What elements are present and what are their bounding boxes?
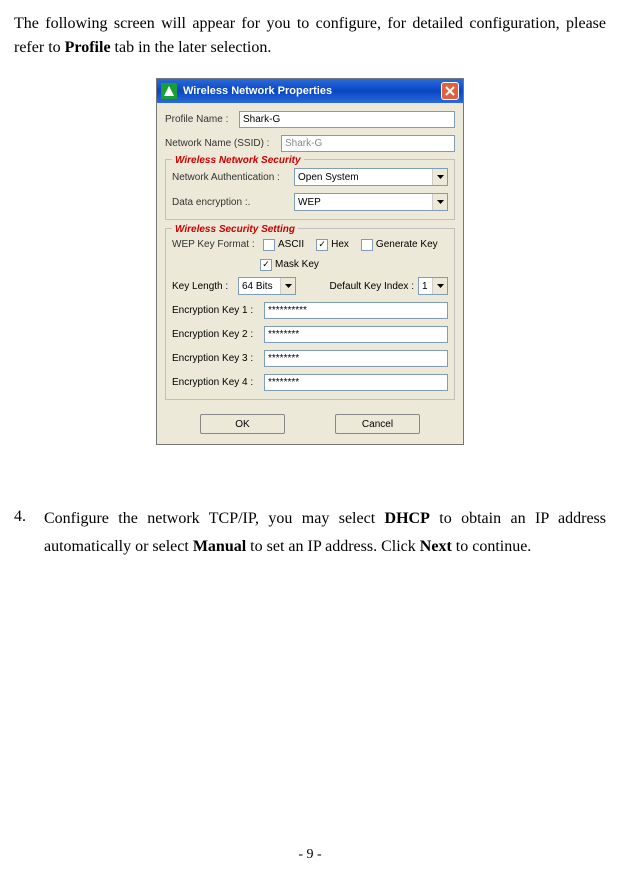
key-length-select[interactable]: 64 Bits: [238, 277, 296, 295]
enc-key-2-input[interactable]: [264, 326, 448, 343]
profile-name-input[interactable]: [239, 111, 455, 128]
generate-key-label: Generate Key: [376, 237, 438, 252]
ascii-checkbox[interactable]: [263, 239, 275, 251]
security-setting-legend: Wireless Security Setting: [172, 222, 298, 237]
ssid-label: Network Name (SSID) :: [165, 136, 281, 151]
default-key-index-label: Default Key Index :: [330, 279, 415, 294]
network-security-group: Wireless Network Security Network Authen…: [165, 159, 455, 220]
step-text: Configure the network TCP/IP, you may se…: [44, 505, 606, 561]
ascii-label: ASCII: [278, 237, 304, 252]
enc-key-4-label: Encryption Key 4 :: [172, 375, 264, 390]
hex-checkbox[interactable]: [316, 239, 328, 251]
auth-select[interactable]: Open System: [294, 168, 448, 186]
key-length-label: Key Length :: [172, 279, 234, 294]
enc-key-3-label: Encryption Key 3 :: [172, 351, 264, 366]
titlebar: Wireless Network Properties: [157, 79, 463, 103]
default-key-index-select[interactable]: 1: [418, 277, 448, 295]
page-number: - 9 -: [0, 844, 620, 865]
cancel-button[interactable]: Cancel: [335, 414, 420, 434]
network-security-legend: Wireless Network Security: [172, 153, 304, 168]
generate-key-checkbox[interactable]: [361, 239, 373, 251]
close-icon: [445, 86, 455, 96]
mask-key-label: Mask Key: [275, 257, 319, 272]
close-button[interactable]: [441, 82, 459, 100]
chevron-down-icon: [432, 169, 447, 185]
app-icon: [161, 83, 177, 99]
security-setting-group: Wireless Security Setting WEP Key Format…: [165, 228, 455, 400]
ok-button[interactable]: OK: [200, 414, 285, 434]
wireless-properties-dialog: Wireless Network Properties Profile Name…: [156, 78, 464, 445]
auth-label: Network Authentication :: [172, 170, 294, 185]
dialog-figure: Wireless Network Properties Profile Name…: [14, 78, 606, 445]
chevron-down-icon: [280, 278, 295, 294]
enc-key-1-input[interactable]: [264, 302, 448, 319]
chevron-down-icon: [432, 278, 447, 294]
intro-paragraph: The following screen will appear for you…: [14, 12, 606, 60]
step-4: 4. Configure the network TCP/IP, you may…: [14, 505, 606, 561]
wep-format-label: WEP Key Format :: [172, 237, 260, 252]
hex-label: Hex: [331, 237, 349, 252]
enc-key-3-input[interactable]: [264, 350, 448, 367]
window-title: Wireless Network Properties: [183, 83, 332, 100]
enc-key-2-label: Encryption Key 2 :: [172, 327, 264, 342]
enc-key-1-label: Encryption Key 1 :: [172, 303, 264, 318]
ssid-input: [281, 135, 455, 152]
encryption-label: Data encryption :.: [172, 195, 294, 210]
chevron-down-icon: [432, 194, 447, 210]
step-number: 4.: [14, 505, 44, 561]
mask-key-checkbox[interactable]: [260, 259, 272, 271]
encryption-select[interactable]: WEP: [294, 193, 448, 211]
profile-name-label: Profile Name :: [165, 112, 239, 127]
enc-key-4-input[interactable]: [264, 374, 448, 391]
